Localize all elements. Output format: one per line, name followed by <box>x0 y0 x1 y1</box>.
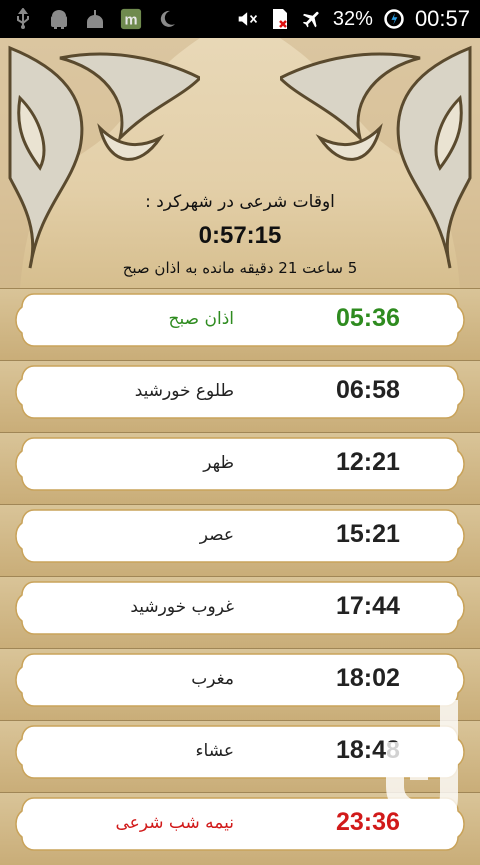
prayer-time: 18:02 <box>336 664 400 692</box>
usb-icon <box>12 8 34 30</box>
prayer-time: 05:36 <box>336 304 400 332</box>
prayer-row-sunset[interactable]: 17:44 غروب خورشید <box>0 576 480 649</box>
prayer-time: 17:44 <box>336 592 400 620</box>
list-item[interactable]: 15:21 عصر <box>14 509 466 563</box>
store-badge-icon[interactable] <box>380 696 472 842</box>
current-time: 0:57:15 <box>198 222 282 249</box>
prayer-row-sunrise[interactable]: 06:58 طلوع خورشید <box>0 360 480 433</box>
list-item[interactable]: 05:36 اذان صبح <box>14 293 466 347</box>
m-app-icon: m <box>120 8 142 30</box>
prayer-name: مغرب <box>191 669 234 689</box>
prayer-row-dhuhr[interactable]: 12:21 ظهر <box>0 432 480 505</box>
notification-icons: m <box>0 8 178 30</box>
system-status: 32% 00:57 <box>237 6 480 32</box>
prayer-row-fajr[interactable]: 05:36 اذان صبح <box>0 288 480 361</box>
countdown-text: 5 ساعت 21 دقیقه مانده به اذان صبح <box>122 259 358 277</box>
android-icon <box>48 8 70 30</box>
prayer-name: نیمه شب شرعی <box>115 813 235 833</box>
battery-icon <box>383 8 405 30</box>
prayer-name: عصر <box>199 525 234 545</box>
list-item[interactable]: 17:44 غروب خورشید <box>14 581 466 635</box>
prayer-name: غروب خورشید <box>130 597 234 617</box>
prayer-row-asr[interactable]: 15:21 عصر <box>0 504 480 577</box>
mute-icon <box>237 8 259 30</box>
no-sim-icon <box>269 8 291 30</box>
list-item[interactable]: 12:21 ظهر <box>14 437 466 491</box>
clock: 00:57 <box>414 6 470 31</box>
prayer-time: 06:58 <box>336 376 400 404</box>
header-panel: اوقات شرعی در شهرکرد : 0:57:15 5 ساعت 21… <box>0 38 480 288</box>
battery-percent: 32% <box>332 7 373 30</box>
status-bar: m 32% 00:57 <box>0 0 480 38</box>
prayer-name: عشاء <box>195 741 234 761</box>
mosque-icon <box>84 8 106 30</box>
prayer-name: اذان صبح <box>168 309 234 329</box>
right-ornament <box>280 38 480 288</box>
prayer-time: 12:21 <box>336 448 400 476</box>
list-item[interactable]: 06:58 طلوع خورشید <box>14 365 466 419</box>
prayer-name: طلوع خورشید <box>134 381 234 401</box>
city-title: اوقات شرعی در شهرکرد : <box>145 192 335 212</box>
left-ornament <box>0 38 200 288</box>
airplane-icon <box>301 8 323 30</box>
svg-text:m: m <box>124 13 137 29</box>
prayer-time: 15:21 <box>336 520 400 548</box>
prayer-name: ظهر <box>203 453 234 473</box>
crescent-icon <box>156 8 178 30</box>
